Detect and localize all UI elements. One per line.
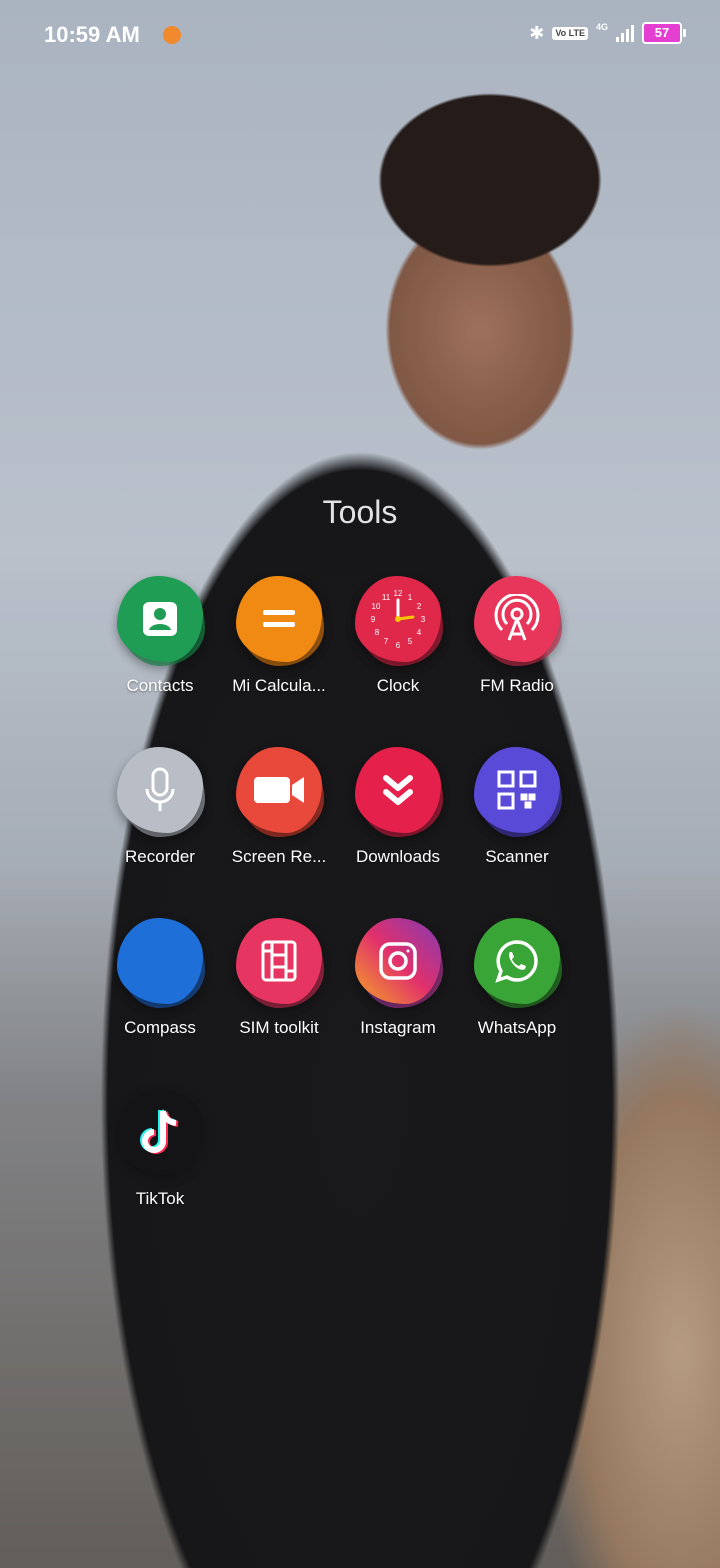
app-contacts[interactable]: Contacts [100,576,220,696]
svg-text:4: 4 [417,628,422,637]
scanner-icon [474,747,562,837]
app-label: Instagram [360,1018,436,1037]
app-label: Scanner [485,847,549,866]
clock-icon: 12 1 2 345 678 9 10 11 [355,576,443,666]
svg-text:3: 3 [421,615,426,624]
battery-level: 57 [654,25,670,40]
app-instagram[interactable]: Instagram [338,918,458,1038]
app-label: WhatsApp [477,1018,557,1037]
status-icons: ✱ Vo LTE 4G 57 [529,22,686,44]
app-compass[interactable]: Compass [100,918,220,1038]
bluetooth-icon: ✱ [529,22,545,43]
app-sim-toolkit[interactable]: SIM toolkit [219,918,339,1038]
app-label: Compass [124,1018,196,1037]
app-label: Downloads [355,847,441,866]
app-label: Mi Calcula... [232,676,326,695]
tiktok-icon [117,1089,203,1175]
battery-icon: 57 [642,22,686,44]
app-label: TikTok [135,1189,185,1208]
folder-title[interactable]: Tools [0,494,720,531]
app-label: SIM toolkit [239,1018,319,1037]
svg-text:9: 9 [371,615,376,624]
svg-text:2: 2 [417,602,422,611]
svg-text:11: 11 [382,593,391,602]
radio-icon [474,576,562,666]
svg-text:12: 12 [394,589,403,598]
compass-icon [117,918,205,1008]
app-label: FM Radio [480,676,554,695]
app-whatsapp[interactable]: WhatsApp [457,918,577,1038]
calculator-icon [236,576,324,666]
whatsapp-icon [474,918,562,1008]
contacts-icon [117,576,205,666]
sim-card-icon [236,918,324,1008]
svg-text:10: 10 [372,602,381,611]
svg-text:7: 7 [384,637,389,646]
app-downloads[interactable]: Downloads [338,747,458,867]
instagram-icon [355,918,443,1008]
network-type-label: 4G [595,22,608,32]
app-fm-radio[interactable]: FM Radio [457,576,577,696]
video-camera-icon [236,747,324,837]
app-recorder[interactable]: Recorder [100,747,220,867]
svg-text:5: 5 [408,637,413,646]
status-time: 10:59 AM [44,22,140,47]
app-tiktok[interactable]: TikTok [100,1089,220,1209]
microphone-icon [117,747,205,837]
svg-text:6: 6 [396,641,401,650]
app-screen-recorder[interactable]: Screen Re... [219,747,339,867]
app-label: Clock [376,676,420,695]
status-bar: 10:59 AM ✱ Vo LTE 4G 57 [0,0,720,72]
app-calculator[interactable]: Mi Calcula... [219,576,339,696]
signal-strength-icon [616,24,634,42]
svg-text:1: 1 [408,593,413,602]
app-label: Recorder [125,847,195,866]
notification-icon [163,26,181,44]
download-icon [355,747,443,837]
app-label: Contacts [126,676,194,695]
app-label: Screen Re... [231,847,327,866]
svg-text:8: 8 [375,628,380,637]
app-clock[interactable]: 12 1 2 345 678 9 10 11 Clock [338,576,458,696]
volte-icon: Vo LTE [552,26,588,40]
app-scanner[interactable]: Scanner [457,747,577,867]
